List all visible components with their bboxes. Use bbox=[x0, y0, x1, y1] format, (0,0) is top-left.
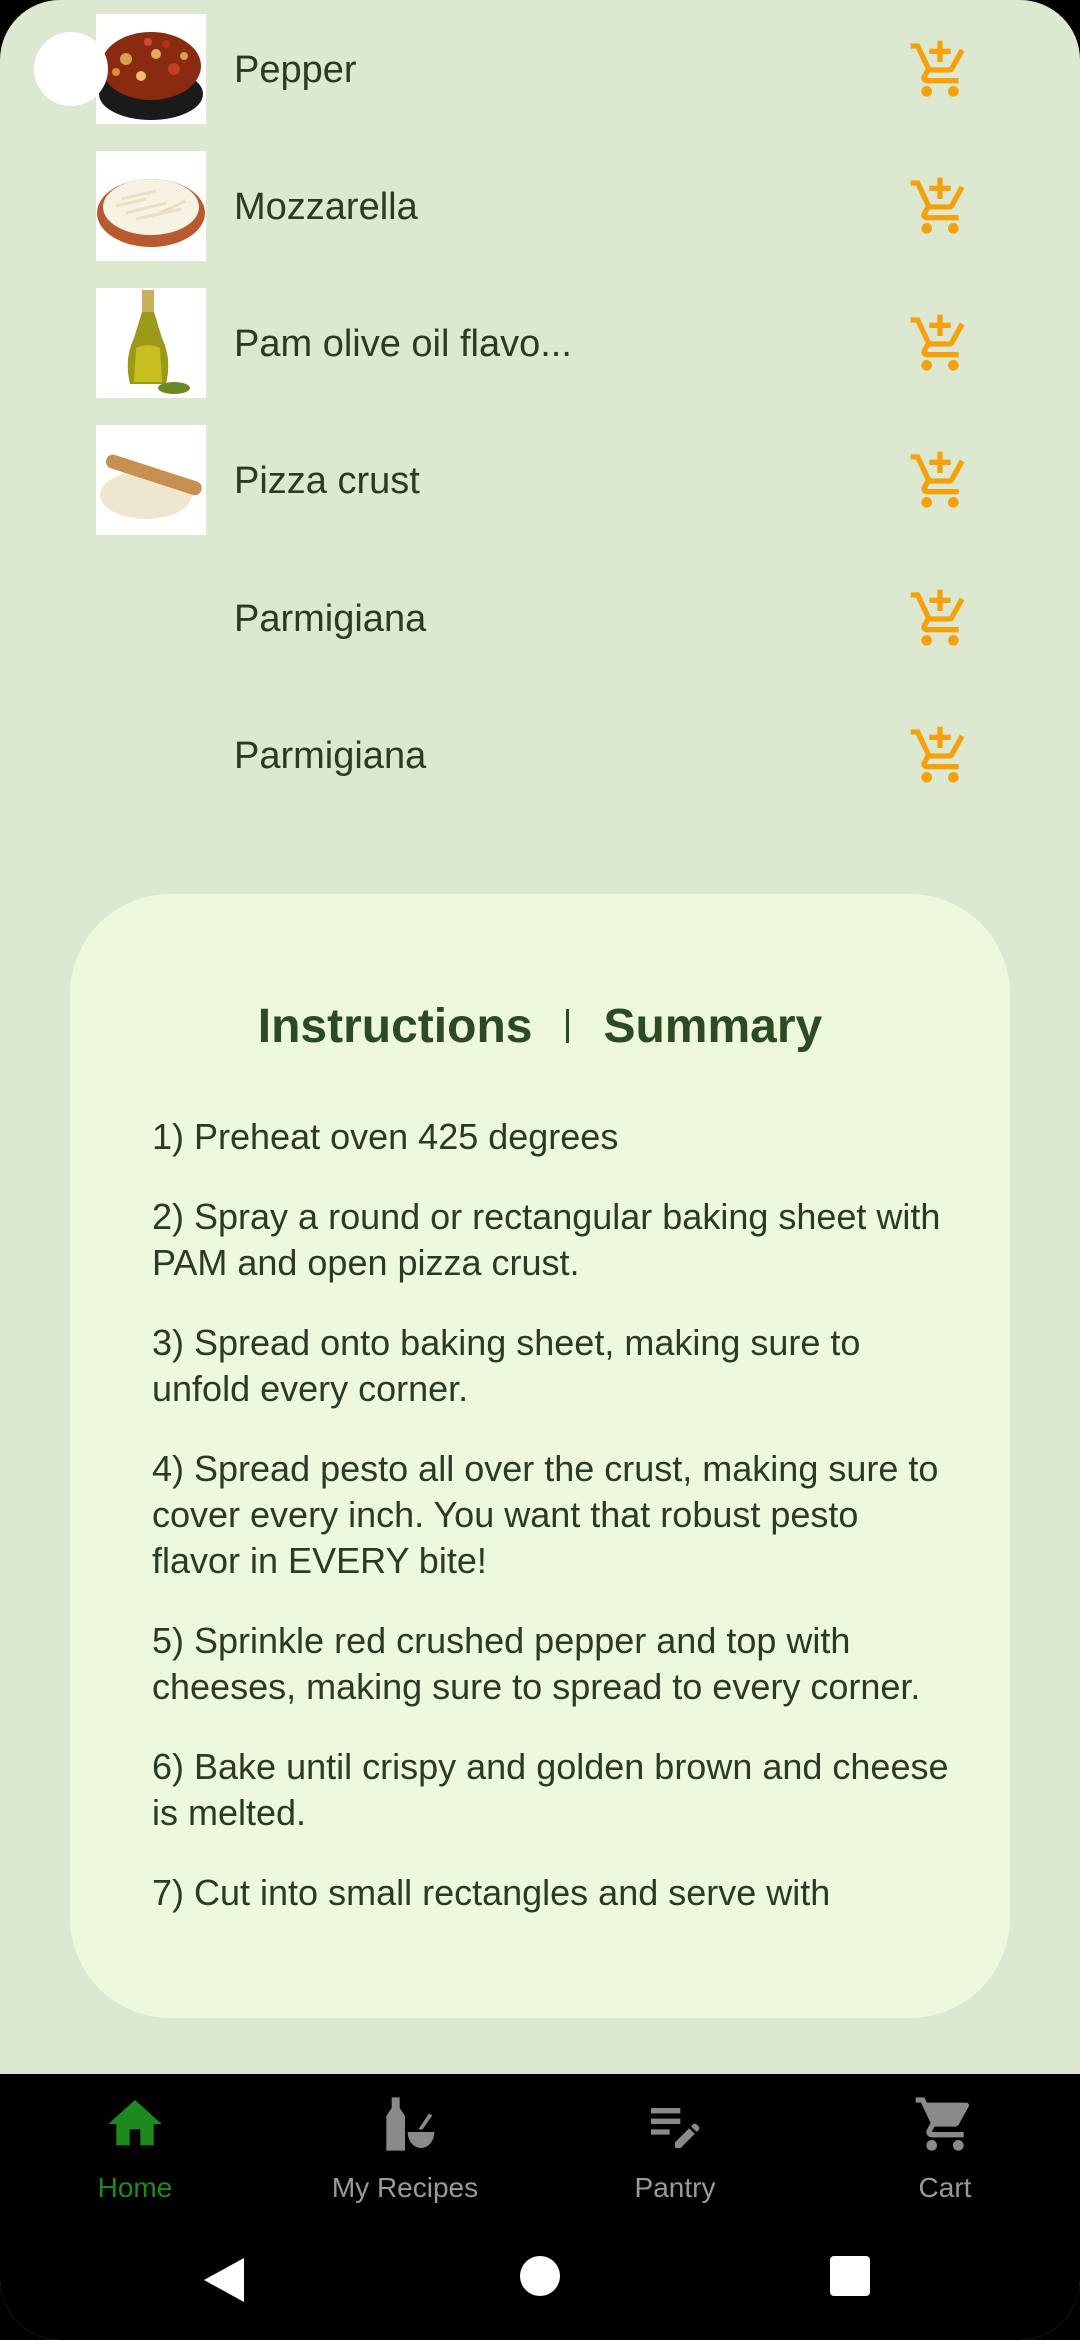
ingredient-name: Mozzarella bbox=[234, 186, 418, 228]
ingredient-row[interactable]: Parmigiana bbox=[0, 688, 1080, 825]
olive-oil-image bbox=[96, 288, 206, 398]
add-to-cart-icon[interactable] bbox=[908, 38, 972, 102]
back-icon[interactable] bbox=[200, 2254, 248, 2306]
pepper-flakes-image bbox=[96, 14, 206, 124]
tab-summary[interactable]: Summary bbox=[603, 999, 822, 1054]
ingredient-name: Pizza crust bbox=[234, 460, 420, 502]
nav-my-recipes[interactable]: My Recipes bbox=[270, 2074, 540, 2224]
recents-icon[interactable] bbox=[828, 2254, 872, 2298]
instruction-step: 2) Spray a round or rectangular baking s… bbox=[152, 1196, 941, 1283]
ingredient-name: Pam olive oil flavo... bbox=[234, 323, 572, 365]
instruction-steps[interactable]: 1) Preheat oven 425 degrees 2) Spray a r… bbox=[152, 1114, 952, 1934]
nav-label: Cart bbox=[918, 2172, 972, 2203]
add-to-cart-icon[interactable] bbox=[908, 175, 972, 239]
bottle-bowl-icon bbox=[386, 2097, 435, 2151]
cart-icon bbox=[915, 2097, 970, 2151]
home-circle-icon[interactable] bbox=[518, 2254, 562, 2298]
ingredient-row[interactable]: Pizza crust bbox=[0, 413, 1080, 550]
add-to-cart-icon[interactable] bbox=[908, 312, 972, 376]
tab-divider bbox=[566, 1009, 570, 1043]
system-navigation-bar bbox=[0, 2224, 1080, 2340]
instruction-step: 5) Sprinkle red crushed pepper and top w… bbox=[152, 1620, 921, 1707]
nav-label: Pantry bbox=[634, 2172, 716, 2203]
ingredient-row[interactable]: Pam olive oil flavo... bbox=[0, 276, 1080, 413]
instruction-step: 7) Cut into small rectangles and serve w… bbox=[152, 1872, 831, 1913]
ingredient-name: Parmigiana bbox=[234, 735, 427, 777]
bottom-navigation: Home My Recipes Pantry Cart bbox=[0, 2074, 1080, 2224]
tab-instructions[interactable]: Instructions bbox=[258, 999, 533, 1054]
mozzarella-image bbox=[96, 151, 206, 261]
ingredient-row[interactable]: Parmigiana bbox=[0, 551, 1080, 688]
app-screen: Pepper Mozzarella Pam olive oil flavo...… bbox=[0, 0, 1080, 2340]
nav-home[interactable]: Home bbox=[0, 2074, 270, 2224]
instruction-step: 4) Spread pesto all over the crust, maki… bbox=[152, 1448, 939, 1581]
nav-pantry[interactable]: Pantry bbox=[540, 2074, 810, 2224]
ingredient-name: Pepper bbox=[234, 49, 357, 91]
recipe-card: Instructions Summary 1) Preheat oven 425… bbox=[70, 894, 1010, 2018]
instruction-step: 1) Preheat oven 425 degrees bbox=[152, 1116, 619, 1157]
ingredient-row[interactable]: Mozzarella bbox=[0, 139, 1080, 276]
recipe-tabs: Instructions Summary bbox=[70, 986, 1010, 1066]
add-to-cart-icon[interactable] bbox=[908, 724, 972, 788]
ingredient-name: Parmigiana bbox=[234, 598, 427, 640]
ingredient-row[interactable]: Pepper bbox=[0, 2, 1080, 139]
instruction-step: 3) Spread onto baking sheet, making sure… bbox=[152, 1322, 861, 1409]
home-icon bbox=[108, 2100, 162, 2146]
add-to-cart-icon[interactable] bbox=[908, 587, 972, 651]
add-to-cart-icon[interactable] bbox=[908, 449, 972, 513]
camera-cutout bbox=[34, 32, 108, 106]
list-edit-icon bbox=[651, 2108, 700, 2148]
nav-cart[interactable]: Cart bbox=[810, 2074, 1080, 2224]
nav-label: Home bbox=[97, 2172, 173, 2203]
nav-label: My Recipes bbox=[331, 2172, 479, 2203]
pizza-dough-image bbox=[96, 425, 206, 535]
instruction-step: 6) Bake until crispy and golden brown an… bbox=[152, 1746, 949, 1833]
